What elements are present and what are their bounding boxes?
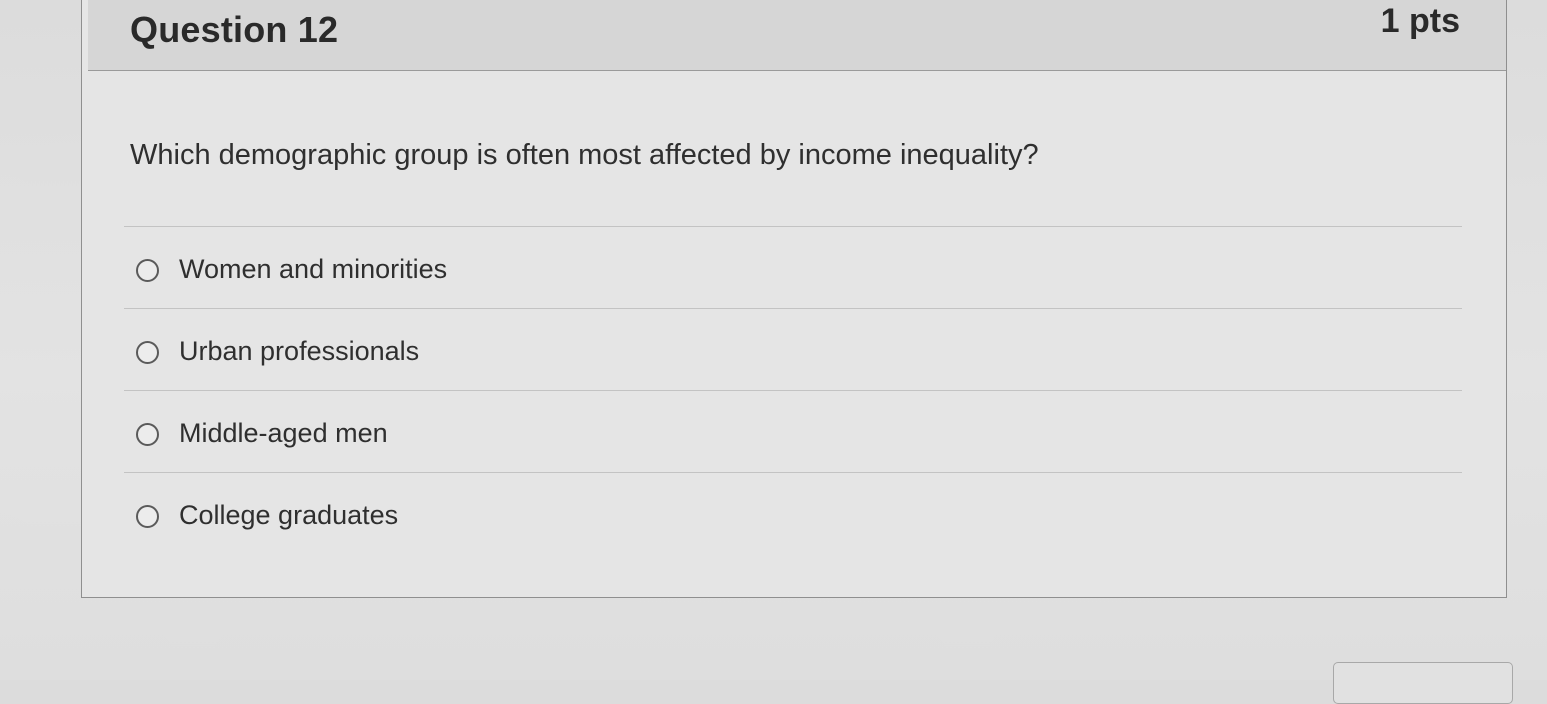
question-card: Question 12 1 pts Which demographic grou… <box>81 0 1507 598</box>
question-body: Which demographic group is often most af… <box>82 71 1506 597</box>
partial-button[interactable] <box>1333 662 1513 704</box>
question-header: Question 12 1 pts <box>88 0 1506 71</box>
answer-list: Women and minorities Urban professionals… <box>124 226 1462 554</box>
radio-button[interactable] <box>136 505 159 528</box>
question-title: Question 12 <box>130 9 339 50</box>
answer-option-urban-professionals[interactable]: Urban professionals <box>124 308 1462 390</box>
radio-button[interactable] <box>136 423 159 446</box>
radio-button[interactable] <box>136 341 159 364</box>
answer-option-middle-aged-men[interactable]: Middle-aged men <box>124 390 1462 472</box>
radio-button[interactable] <box>136 259 159 282</box>
answer-label[interactable]: Middle-aged men <box>179 418 388 449</box>
answer-option-women-and-minorities[interactable]: Women and minorities <box>124 226 1462 308</box>
answer-label[interactable]: College graduates <box>179 500 398 531</box>
question-text: Which demographic group is often most af… <box>130 139 1039 171</box>
question-points: 1 pts <box>1380 2 1460 40</box>
answer-label[interactable]: Urban professionals <box>179 336 419 367</box>
answer-option-college-graduates[interactable]: College graduates <box>124 472 1462 554</box>
answer-label[interactable]: Women and minorities <box>179 254 447 285</box>
